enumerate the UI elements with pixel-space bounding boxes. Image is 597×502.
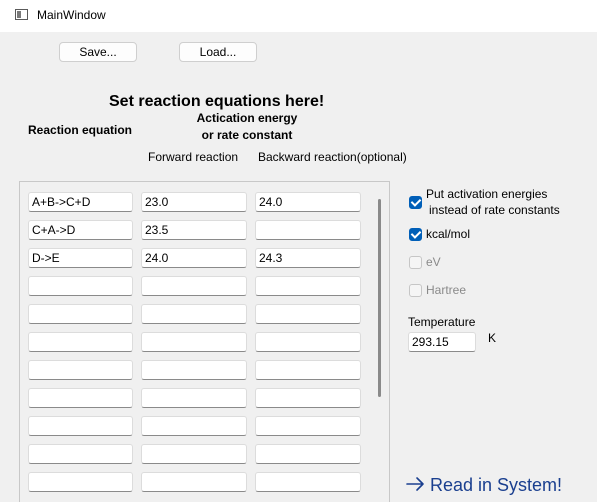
- read-in-system-button[interactable]: Read in System!: [406, 473, 562, 497]
- save-button[interactable]: Save...: [59, 42, 137, 62]
- forward-rate-cell[interactable]: [141, 304, 247, 324]
- forward-rate-cell[interactable]: 23.0: [141, 192, 247, 212]
- column-header-energy-line1: Actication energy: [196, 111, 298, 125]
- use-activation-energies-label-line2: instead of rate constants: [429, 203, 560, 217]
- load-button[interactable]: Load...: [179, 42, 257, 62]
- backward-rate-cell[interactable]: [255, 332, 361, 352]
- equation-cell[interactable]: [28, 332, 133, 352]
- page-title: Set reaction equations here!: [109, 93, 325, 110]
- temperature-label: Temperature: [408, 315, 476, 329]
- use-activation-energies-label-line1: Put activation energies: [426, 187, 548, 201]
- equation-cell[interactable]: [28, 304, 133, 324]
- backward-rate-cell[interactable]: [255, 220, 361, 240]
- equation-cell[interactable]: [28, 416, 133, 436]
- backward-rate-cell[interactable]: [255, 388, 361, 408]
- backward-rate-cell[interactable]: 24.3: [255, 248, 361, 268]
- temperature-unit: K: [488, 331, 497, 345]
- read-in-system-label: Read in System!: [430, 475, 563, 495]
- title-bar: MainWindow: [0, 0, 597, 32]
- column-header-forward: Forward reaction: [148, 150, 239, 164]
- ev-checkbox[interactable]: [409, 256, 422, 269]
- backward-rate-cell[interactable]: [255, 444, 361, 464]
- kcal-mol-checkbox[interactable]: [409, 228, 422, 241]
- kcal-mol-label: kcal/mol: [426, 227, 471, 241]
- backward-rate-cell[interactable]: 24.0: [255, 192, 361, 212]
- forward-rate-cell[interactable]: 24.0: [141, 248, 247, 268]
- forward-rate-cell[interactable]: 23.5: [141, 220, 247, 240]
- equation-cell[interactable]: [28, 388, 133, 408]
- window-title: MainWindow: [37, 8, 106, 22]
- equation-cell[interactable]: D->E: [28, 248, 133, 268]
- equation-cell[interactable]: C+A->D: [28, 220, 133, 240]
- forward-rate-cell[interactable]: [141, 416, 247, 436]
- equation-cell[interactable]: A+B->C+D: [28, 192, 133, 212]
- backward-rate-cell[interactable]: [255, 276, 361, 296]
- equation-cell[interactable]: [28, 276, 133, 296]
- ev-label: eV: [426, 255, 441, 269]
- hartree-label: Hartree: [426, 283, 467, 297]
- forward-rate-cell[interactable]: [141, 360, 247, 380]
- app-window-icon: [15, 9, 28, 20]
- forward-rate-cell[interactable]: [141, 472, 247, 492]
- forward-rate-cell[interactable]: [141, 444, 247, 464]
- forward-rate-cell[interactable]: [141, 388, 247, 408]
- backward-rate-cell[interactable]: [255, 304, 361, 324]
- forward-rate-cell[interactable]: [141, 276, 247, 296]
- temperature-input[interactable]: 293.15: [408, 332, 476, 352]
- backward-rate-cell[interactable]: [255, 416, 361, 436]
- vertical-scrollbar[interactable]: [378, 199, 381, 397]
- column-header-equation: Reaction equation: [28, 123, 133, 137]
- arrow-right-icon: [406, 477, 424, 491]
- equation-cell[interactable]: [28, 444, 133, 464]
- equation-cell[interactable]: [28, 360, 133, 380]
- backward-rate-cell[interactable]: [255, 360, 361, 380]
- column-header-energy-line2: or rate constant: [201, 128, 293, 142]
- equation-cell[interactable]: [28, 472, 133, 492]
- hartree-checkbox[interactable]: [409, 284, 422, 297]
- forward-rate-cell[interactable]: [141, 332, 247, 352]
- backward-rate-cell[interactable]: [255, 472, 361, 492]
- use-activation-energies-checkbox[interactable]: [409, 196, 422, 209]
- column-header-backward: Backward reaction(optional): [258, 150, 407, 164]
